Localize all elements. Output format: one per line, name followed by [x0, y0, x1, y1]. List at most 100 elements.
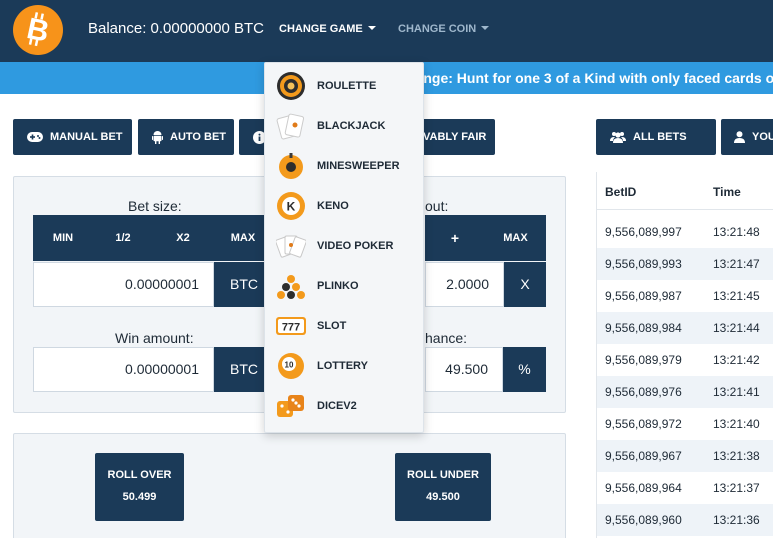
manual-bet-label: MANUAL BET — [50, 131, 123, 143]
bets-table: BetID Time 9,556,089,997 13:21:48 9,556,0… — [596, 172, 773, 538]
change-coin-menu[interactable]: CHANGE COIN — [398, 22, 490, 36]
bet-time: 13:21:41 — [713, 385, 760, 399]
table-row[interactable]: 9,556,089,976 13:21:41 — [597, 376, 773, 408]
column-header-betid: BetID — [605, 185, 637, 199]
balance-display: Balance: 0.00000000 BTC — [88, 20, 264, 37]
min-button[interactable]: MIN — [33, 215, 93, 261]
users-icon — [610, 131, 626, 143]
your-bets-label: YOU — [752, 131, 773, 143]
payout-control-bar: + MAX — [425, 215, 546, 261]
win-amount-field: 0.00000001 — [33, 347, 214, 392]
win-chance-input[interactable]: 49.500 — [425, 347, 503, 392]
change-coin-label: CHANGE COIN — [398, 23, 477, 35]
bet-id: 9,556,089,993 — [605, 257, 682, 271]
table-row[interactable]: 9,556,089,979 13:21:42 — [597, 344, 773, 376]
win-chance-label: hance: — [425, 330, 468, 346]
menu-item-label: LOTTERY — [317, 360, 368, 372]
change-game-dropdown: ROULETTE BLACKJACK MINESWEEPER K KENO VI… — [264, 62, 424, 433]
bet-id: 9,556,089,960 — [605, 513, 682, 527]
menu-item-label: PLINKO — [317, 280, 359, 292]
payout-input[interactable]: 2.0000 — [425, 262, 504, 307]
bet-id: 9,556,089,972 — [605, 417, 682, 431]
gamepad-icon — [27, 132, 43, 142]
bet-time: 13:21:38 — [713, 449, 760, 463]
menu-item-video-poker[interactable]: VIDEO POKER — [265, 227, 423, 267]
svg-text:10: 10 — [285, 361, 294, 370]
svg-text:K: K — [287, 200, 296, 214]
table-row[interactable]: 9,556,089,984 13:21:44 — [597, 312, 773, 344]
table-row[interactable]: 9,556,089,972 13:21:40 — [597, 408, 773, 440]
menu-item-blackjack[interactable]: BLACKJACK — [265, 107, 423, 147]
roll-under-label: ROLL UNDER — [407, 469, 479, 481]
all-bets-label: ALL BETS — [633, 131, 687, 143]
column-header-time: Time — [713, 185, 741, 199]
blackjack-icon — [276, 111, 306, 141]
your-bets-tab[interactable]: YOU — [721, 119, 773, 155]
roll-over-button[interactable]: ROLL OVER 50.499 — [95, 453, 184, 521]
percent-unit: % — [503, 347, 546, 392]
bet-time: 13:21:45 — [713, 289, 760, 303]
menu-item-plinko[interactable]: PLINKO — [265, 267, 423, 307]
bet-id: 9,556,089,997 — [605, 225, 682, 239]
bet-size-label: Bet size: — [128, 198, 182, 214]
menu-item-minesweeper[interactable]: MINESWEEPER — [265, 147, 423, 187]
keno-icon: K — [276, 191, 306, 221]
table-row[interactable]: 9,556,089,987 13:21:45 — [597, 280, 773, 312]
bet-id: 9,556,089,979 — [605, 353, 682, 367]
table-row[interactable]: 9,556,089,993 13:21:47 — [597, 248, 773, 280]
manual-bet-tab[interactable]: MANUAL BET — [13, 119, 132, 155]
menu-item-label: VIDEO POKER — [317, 240, 394, 252]
menu-item-label: DICEV2 — [317, 400, 357, 412]
change-game-menu[interactable]: CHANGE GAME — [279, 22, 376, 36]
bet-time: 13:21:44 — [713, 321, 760, 335]
half-button[interactable]: 1/2 — [93, 215, 153, 261]
bet-size-input[interactable]: 0.00000001 — [33, 262, 214, 307]
menu-item-slot[interactable]: 777 SLOT — [265, 307, 423, 347]
video-poker-icon — [275, 231, 307, 261]
payout-multiplier-unit: X — [504, 262, 546, 307]
bet-time: 13:21:47 — [713, 257, 760, 271]
chevron-down-icon — [481, 26, 490, 30]
slot-icon: 777 — [276, 311, 306, 341]
bitcoin-logo-icon[interactable]: B — [13, 5, 63, 55]
menu-item-label: ROULETTE — [317, 80, 377, 92]
bet-preset-bar: MIN 1/2 X2 MAX — [33, 215, 282, 261]
bet-id: 9,556,089,964 — [605, 481, 682, 495]
max-payout-button[interactable]: MAX — [485, 215, 546, 261]
menu-item-keno[interactable]: K KENO — [265, 187, 423, 227]
roll-over-label: ROLL OVER — [107, 469, 172, 481]
bet-time: 13:21:36 — [713, 513, 760, 527]
table-row[interactable]: 9,556,089,997 13:21:48 — [597, 216, 773, 248]
top-header: B Balance: 0.00000000 BTC CHANGE GAME CH… — [0, 0, 773, 62]
provably-fair-label: VABLY FAIR — [423, 131, 487, 143]
roulette-icon — [276, 71, 306, 101]
table-row[interactable]: 9,556,089,967 13:21:38 — [597, 440, 773, 472]
banner-text: allenge: Hunt for one 3 of a Kind with o… — [400, 70, 773, 86]
menu-item-label: SLOT — [317, 320, 347, 332]
bet-id: 9,556,089,984 — [605, 321, 682, 335]
minesweeper-icon — [276, 151, 306, 181]
table-row[interactable]: 9,556,089,964 13:21:37 — [597, 472, 773, 504]
roll-under-value: 49.500 — [426, 491, 460, 503]
change-game-label: CHANGE GAME — [279, 23, 363, 35]
increase-payout-button[interactable]: + — [425, 215, 485, 261]
double-button[interactable]: X2 — [153, 215, 213, 261]
dice-icon — [276, 391, 306, 421]
menu-item-dicev2[interactable]: DICEV2 — [265, 387, 423, 427]
table-header: BetID Time — [597, 172, 773, 210]
all-bets-tab[interactable]: ALL BETS — [596, 119, 716, 155]
menu-item-label: BLACKJACK — [317, 120, 386, 132]
menu-item-roulette[interactable]: ROULETTE — [265, 67, 423, 107]
bet-time: 13:21:42 — [713, 353, 760, 367]
payout-label: out: — [425, 198, 449, 214]
bet-time: 13:21:37 — [713, 481, 760, 495]
menu-item-lottery[interactable]: 10 LOTTERY — [265, 347, 423, 387]
bet-id: 9,556,089,976 — [605, 385, 682, 399]
table-row[interactable]: 9,556,089,960 13:21:36 — [597, 504, 773, 536]
bet-id: 9,556,089,967 — [605, 449, 682, 463]
bet-time: 13:21:48 — [713, 225, 760, 239]
svg-text:B: B — [24, 12, 52, 49]
user-icon — [734, 131, 745, 143]
roll-under-button[interactable]: ROLL UNDER 49.500 — [395, 453, 491, 521]
auto-bet-tab[interactable]: AUTO BET — [138, 119, 234, 155]
